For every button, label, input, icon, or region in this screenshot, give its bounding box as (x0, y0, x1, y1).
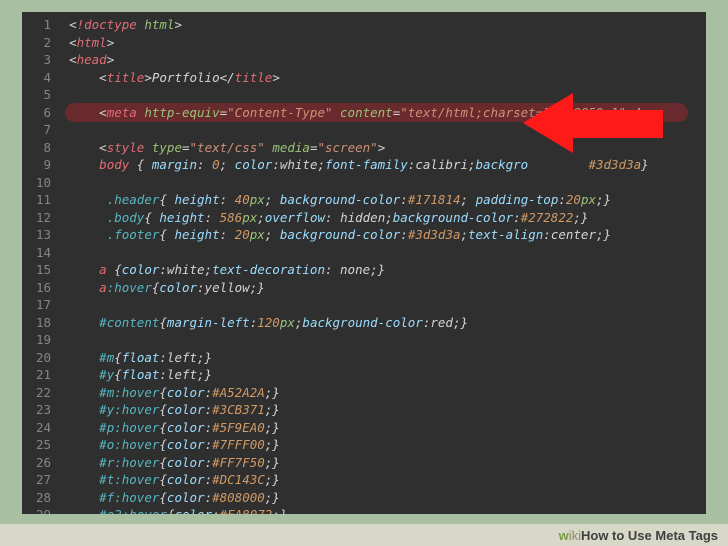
code-line[interactable]: <head> (69, 51, 698, 69)
line-number: 14 (36, 244, 51, 262)
line-number: 16 (36, 279, 51, 297)
line-number: 17 (36, 296, 51, 314)
line-number: 23 (36, 401, 51, 419)
line-number: 12 (36, 209, 51, 227)
line-number: 7 (36, 121, 51, 139)
code-line[interactable]: .footer{ height: 20px; background-color:… (69, 226, 698, 244)
line-number: 5 (36, 86, 51, 104)
code-line[interactable]: #content{margin-left:120px;background-co… (69, 314, 698, 332)
line-number: 24 (36, 419, 51, 437)
line-number: 15 (36, 261, 51, 279)
code-line[interactable]: #y:hover{color:#3CB371;} (69, 401, 698, 419)
code-line[interactable]: #o:hover{color:#7FFF00;} (69, 436, 698, 454)
code-line[interactable]: #y{float:left;} (69, 366, 698, 384)
code-area[interactable]: <!doctype html><html><head> <title>Portf… (61, 12, 706, 514)
line-number: 19 (36, 331, 51, 349)
line-number: 8 (36, 139, 51, 157)
code-line[interactable] (69, 174, 698, 192)
line-number: 13 (36, 226, 51, 244)
brand-iki: iki (569, 528, 581, 543)
line-number: 29 (36, 506, 51, 514)
code-line[interactable] (69, 244, 698, 262)
brand-w: w (559, 528, 569, 543)
code-line[interactable]: body { margin: 0; color:white;font-famil… (69, 156, 698, 174)
code-line[interactable]: <title>Portfolio</title> (69, 69, 698, 87)
line-number: 3 (36, 51, 51, 69)
code-line[interactable]: #f:hover{color:#808000;} (69, 489, 698, 507)
code-line[interactable]: .header{ height: 40px; background-color:… (69, 191, 698, 209)
code-line[interactable]: a {color:white;text-decoration: none;} (69, 261, 698, 279)
code-editor[interactable]: 1234567891011121314151617181920212223242… (22, 12, 706, 514)
line-number: 21 (36, 366, 51, 384)
code-line[interactable]: <!doctype html> (69, 16, 698, 34)
line-number: 18 (36, 314, 51, 332)
code-line[interactable]: <style type="text/css" media="screen"> (69, 139, 698, 157)
code-line[interactable]: <meta http-equiv="Content-Type" content=… (69, 104, 698, 122)
line-number: 28 (36, 489, 51, 507)
line-number: 25 (36, 436, 51, 454)
line-number: 6 (36, 104, 51, 122)
line-gutter: 1234567891011121314151617181920212223242… (22, 12, 61, 514)
line-number: 22 (36, 384, 51, 402)
code-line[interactable] (69, 331, 698, 349)
code-line[interactable]: #o2:hover{color:#FA8072;} (69, 506, 698, 514)
line-number: 9 (36, 156, 51, 174)
line-number: 26 (36, 454, 51, 472)
line-number: 20 (36, 349, 51, 367)
code-line[interactable]: #p:hover{color:#5F9EA0;} (69, 419, 698, 437)
code-line[interactable]: .body{ height: 586px;overflow: hidden;ba… (69, 209, 698, 227)
line-number: 4 (36, 69, 51, 87)
line-number: 2 (36, 34, 51, 52)
code-line[interactable] (69, 296, 698, 314)
code-line[interactable]: a:hover{color:yellow;} (69, 279, 698, 297)
code-line[interactable]: <html> (69, 34, 698, 52)
code-line[interactable] (69, 86, 698, 104)
code-line[interactable]: #m{float:left;} (69, 349, 698, 367)
line-number: 11 (36, 191, 51, 209)
footer-bar: wikiHow to Use Meta Tags (0, 524, 728, 546)
code-line[interactable]: #t:hover{color:#DC143C;} (69, 471, 698, 489)
code-line[interactable] (69, 121, 698, 139)
line-number: 1 (36, 16, 51, 34)
code-line[interactable]: #m:hover{color:#A52A2A;} (69, 384, 698, 402)
code-line[interactable]: #r:hover{color:#FF7F50;} (69, 454, 698, 472)
footer-title: How to Use Meta Tags (581, 528, 718, 543)
line-number: 10 (36, 174, 51, 192)
line-number: 27 (36, 471, 51, 489)
